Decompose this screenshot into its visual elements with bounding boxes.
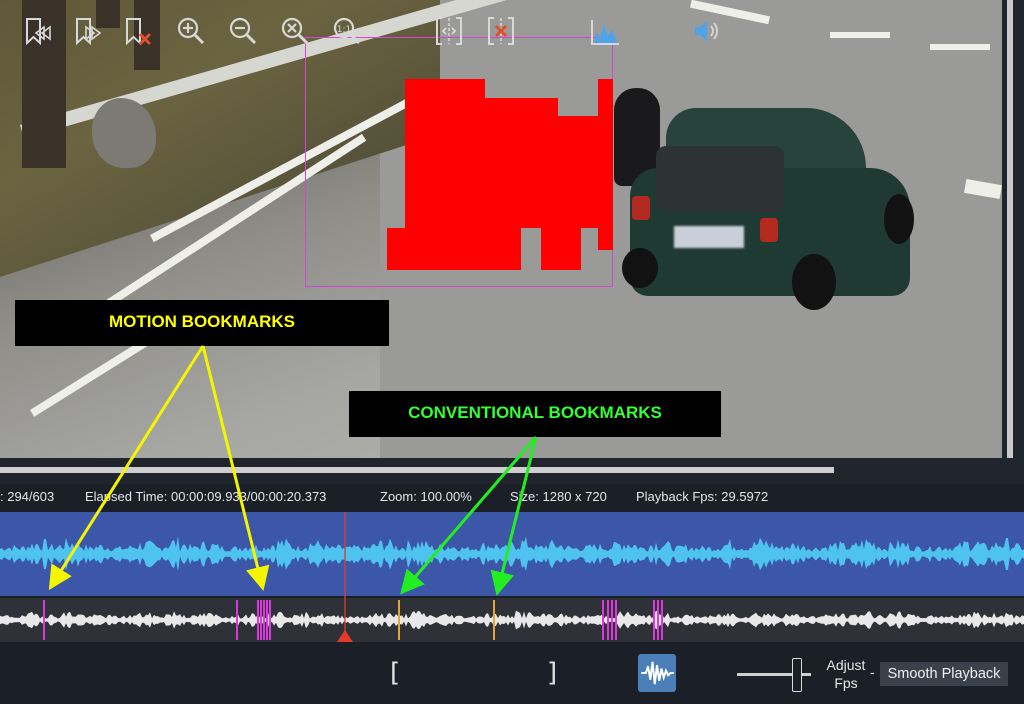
adjust-label-line1: Adjust xyxy=(826,657,866,673)
zoom-out-button[interactable] xyxy=(226,14,260,48)
conventional-bookmarks-callout: CONVENTIONAL BOOKMARKS xyxy=(349,391,721,437)
adjust-label-line2: Fps xyxy=(834,675,858,691)
adjust-fps-label: Adjust Fps xyxy=(822,656,870,692)
zoom-level: Zoom: 100.00% xyxy=(380,489,472,504)
playback-fps: Playback Fps: 29.5972 xyxy=(636,489,769,504)
zoom-1to1-icon: 1:1 xyxy=(333,17,361,45)
frame-size: Size: 1280 x 720 xyxy=(510,489,607,504)
zoom-out-icon xyxy=(229,17,257,45)
scrollbar-thumb[interactable] xyxy=(0,467,834,473)
split-icon xyxy=(436,17,462,45)
delete-bookmark-button[interactable] xyxy=(120,14,154,48)
volume-icon xyxy=(695,21,718,41)
histogram-icon xyxy=(591,20,619,45)
mark-out-button[interactable]: ] xyxy=(547,656,557,690)
svg-text:1:1: 1:1 xyxy=(337,25,351,35)
waveform-bottom xyxy=(0,610,1024,630)
split-button[interactable] xyxy=(432,14,466,48)
add-bookmark-icon xyxy=(26,18,51,46)
zoom-fit-icon xyxy=(281,17,309,45)
zoom-fit-button[interactable] xyxy=(278,14,312,48)
elapsed-time: Elapsed Time: 00:00:09.933/00:00:20.373 xyxy=(85,489,327,504)
zoom-1to1-button[interactable]: 1:1 xyxy=(330,14,364,48)
zoom-in-button[interactable] xyxy=(174,14,208,48)
cut-icon xyxy=(488,17,514,45)
histogram-button[interactable] xyxy=(588,14,622,48)
video-frame[interactable] xyxy=(0,0,1002,458)
video-vertical-scrollbar[interactable] xyxy=(1002,0,1024,458)
waveform-toggle-button[interactable] xyxy=(638,654,676,692)
zoom-in-icon xyxy=(177,17,205,45)
car xyxy=(622,108,914,316)
fps-slider-thumb[interactable] xyxy=(792,658,802,692)
bookmark-timeline-track[interactable] xyxy=(0,598,1024,642)
smooth-playback-button[interactable]: Smooth Playback xyxy=(880,662,1008,686)
add-bookmark-button[interactable] xyxy=(20,14,54,48)
audio-waveform-track[interactable] xyxy=(0,512,1024,596)
status-bar: : 294/603 Elapsed Time: 00:00:09.933/00:… xyxy=(0,484,1024,510)
next-bookmark-icon xyxy=(76,18,102,46)
motion-bookmarks-callout: MOTION BOOKMARKS xyxy=(15,300,389,346)
video-horizontal-scrollbar[interactable] xyxy=(0,458,1024,484)
next-bookmark-button[interactable] xyxy=(70,14,104,48)
cut-button[interactable] xyxy=(484,14,518,48)
volume-button[interactable] xyxy=(690,14,724,48)
frame-counter: : 294/603 xyxy=(0,489,55,504)
waveform-top xyxy=(0,536,1024,572)
delete-bookmark-icon xyxy=(126,18,152,46)
road-marking xyxy=(830,32,890,38)
separator-dash: - xyxy=(870,664,875,680)
road-marking xyxy=(930,44,990,50)
mark-in-button[interactable]: [ xyxy=(390,656,400,690)
scrollbar-thumb[interactable] xyxy=(1007,0,1013,458)
waveform-icon xyxy=(641,661,674,685)
